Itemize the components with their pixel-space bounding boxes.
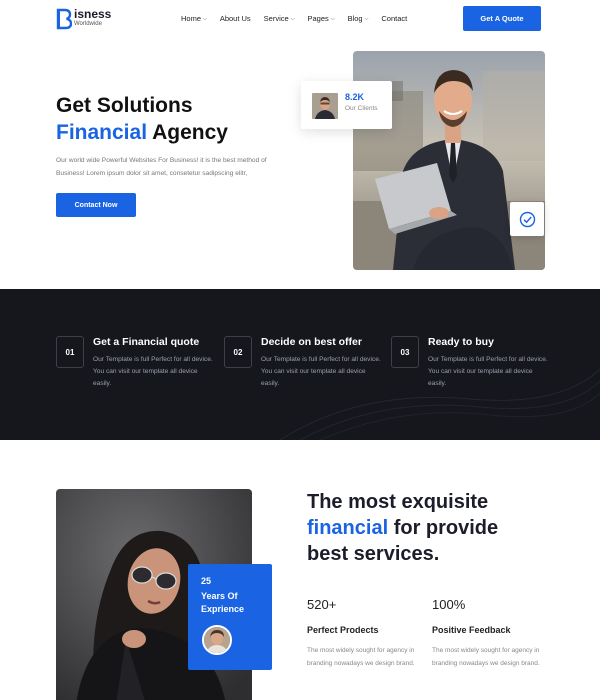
years-number: 25 [201, 576, 212, 586]
step-title: Get a Financial quote [93, 336, 200, 348]
hero-description: Our world wide Powerful Websites For Bus… [56, 157, 267, 177]
step-title: Decide on best offer [261, 336, 362, 348]
step-description: Our Template is full Perfect for all dev… [93, 356, 213, 387]
top-navbar: isness Worldwide Home ⌵ About Us Service… [0, 0, 600, 38]
step-number: 03 [391, 336, 419, 368]
hero-title-rest: Agency [147, 121, 228, 144]
step-title: Ready to buy [428, 336, 494, 348]
stat-block: 520+ Perfect Prodects The most widely so… [307, 597, 427, 670]
hero-title-line1: Get Solutions [56, 94, 193, 117]
main-menu: Home ⌵ About Us Service ⌵ Pages ⌵ Blog ⌵… [181, 14, 407, 23]
about-title-accent: financial [307, 517, 389, 539]
chevron-down-icon: ⌵ [330, 15, 335, 22]
about-title-rest: for provide [388, 517, 499, 539]
stat-block: 100% Positive Feedback The most widely s… [432, 597, 552, 670]
process-steps-section: 01 Get a Financial quote Our Template is… [0, 289, 600, 440]
client-avatar [312, 93, 338, 119]
menu-label: Pages [307, 14, 329, 23]
menu-item-pages[interactable]: Pages ⌵ [307, 14, 334, 23]
hero-title-accent: Financial [56, 121, 148, 144]
stat-description: The most widely sought for agency in bra… [307, 647, 415, 667]
menu-item-contact[interactable]: Contact [381, 14, 407, 23]
brand-subtitle: Worldwide [74, 21, 102, 27]
menu-label: Blog [347, 14, 363, 23]
step-description: Our Template is full Perfect for all dev… [428, 356, 548, 387]
stat-value: 520+ [307, 597, 337, 612]
menu-label: Contact [381, 14, 408, 23]
check-circle-icon [510, 202, 544, 236]
clients-count: 8.2K [345, 92, 365, 102]
about-title-line3: best services. [307, 543, 440, 565]
menu-item-home[interactable]: Home ⌵ [181, 14, 207, 23]
brand-logo[interactable]: isness Worldwide [56, 8, 111, 30]
menu-label: Home [181, 14, 202, 23]
stat-value: 100% [432, 597, 466, 612]
step-number: 02 [224, 336, 252, 368]
avatar [202, 625, 232, 655]
about-title: The most exquisite financial for provide… [307, 489, 498, 567]
step-number: 01 [56, 336, 84, 368]
menu-item-blog[interactable]: Blog ⌵ [348, 14, 369, 23]
years-text: Years Of Exprience [201, 591, 245, 614]
chevron-down-icon: ⌵ [290, 15, 295, 22]
menu-label: Service [263, 14, 289, 23]
experience-card: 25 Years Of Exprience [188, 564, 272, 670]
get-quote-button[interactable]: Get A Quote [463, 6, 541, 31]
chevron-down-icon: ⌵ [364, 15, 369, 22]
menu-item-service[interactable]: Service ⌵ [264, 14, 295, 23]
contact-now-button[interactable]: Contact Now [56, 193, 136, 217]
brand-name: isness [74, 7, 112, 21]
stat-title: Positive Feedback [432, 625, 511, 635]
menu-label: About Us [219, 14, 251, 23]
clients-stat-card: 8.2K Our Clients [301, 81, 392, 129]
logo-b-icon [56, 8, 73, 30]
chevron-down-icon: ⌵ [203, 15, 207, 22]
about-title-line1: The most exquisite [307, 491, 489, 513]
clients-label: Our Clients [345, 105, 378, 112]
step-description: Our Template is full Perfect for all dev… [261, 356, 381, 387]
hero-title: Get Solutions Financial Agency [56, 92, 228, 146]
stat-description: The most widely sought for agency in bra… [432, 647, 540, 667]
stat-title: Perfect Prodects [307, 625, 379, 635]
menu-item-about[interactable]: About Us [220, 14, 251, 23]
